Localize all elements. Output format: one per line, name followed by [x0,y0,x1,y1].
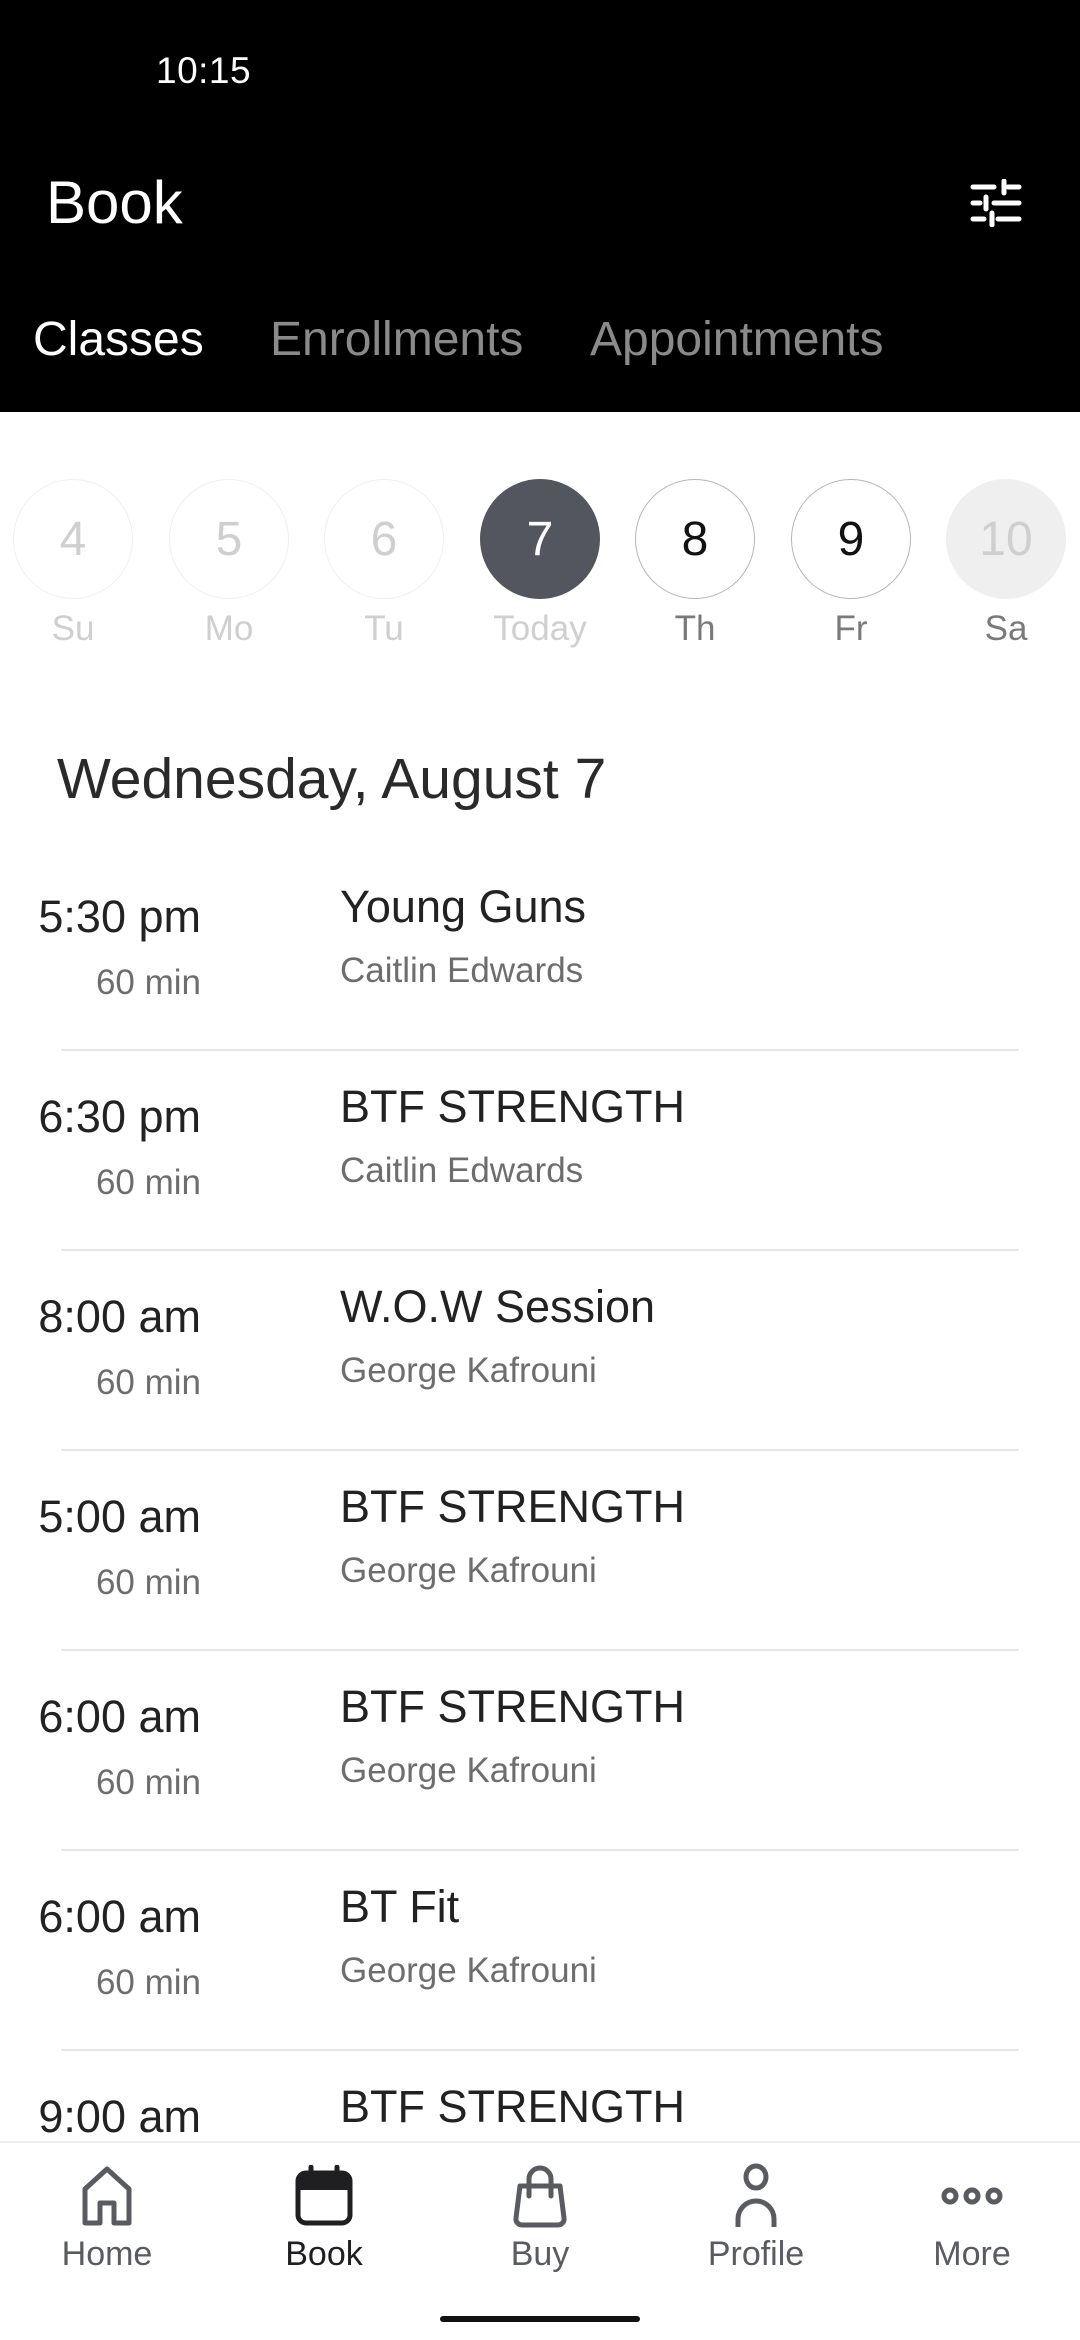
sliders-icon [970,179,1022,227]
date-number: 10 [946,479,1066,599]
page-title: Book [46,169,183,236]
nav-profile[interactable]: Profile [666,2163,846,2274]
app-header: 10:15 Book Classes Enrollments Appointme… [0,0,1080,412]
class-instructor: Caitlin Edwards [340,951,584,990]
class-list-item[interactable]: 5:30 pm 60 min Young Guns Caitlin Edward… [38,851,1019,1051]
class-name: BTF STRENGTH [340,1081,685,1132]
date-number: 6 [324,479,444,599]
class-time: 6:30 pm [38,1091,201,1142]
date-weekday: Tu [364,609,404,648]
more-icon [941,2187,1003,2205]
person-icon [735,2163,777,2227]
class-time: 6:00 am [38,1691,201,1742]
date-number: 8 [635,479,755,599]
class-list-item[interactable]: 6:00 am 60 min BT Fit George Kafrouni [38,1851,1019,2051]
date-item[interactable]: 10 Sa [936,479,1076,649]
date-item[interactable]: 6 Tu [314,479,454,649]
date-number: 5 [169,479,289,599]
class-instructor: George Kafrouni [340,1951,597,1990]
class-list-item[interactable]: 6:00 am 60 min BTF STRENGTH George Kafro… [38,1651,1019,1851]
tab-appointments[interactable]: Appointments [590,312,884,367]
class-time: 9:00 am [38,2091,201,2142]
date-number: 7 [480,479,600,599]
class-list-item[interactable]: 6:30 pm 60 min BTF STRENGTH Caitlin Edwa… [38,1051,1019,1251]
nav-more[interactable]: More [882,2163,1062,2274]
class-name: BTF STRENGTH [340,1681,685,1732]
class-name: BTF STRENGTH [340,2081,685,2132]
tab-bar: Classes Enrollments Appointments [0,312,1080,382]
date-strip: 4 Su 5 Mo 6 Tu 7 Today 8 Th 9 Fr 10 Sa [0,479,1080,659]
date-item[interactable]: 8 Th [625,479,765,649]
class-time: 8:00 am [38,1291,201,1342]
date-weekday: Th [674,609,716,648]
tab-enrollments[interactable]: Enrollments [270,312,523,367]
class-time: 5:00 am [38,1491,201,1542]
class-duration: 60 min [95,1163,201,1202]
class-time: 5:30 pm [38,891,201,942]
class-list-item[interactable]: 8:00 am 60 min W.O.W Session George Kafr… [38,1251,1019,1451]
date-weekday: Su [51,609,95,648]
nav-book-label: Book [285,2235,363,2273]
class-duration: 60 min [95,1363,201,1402]
nav-profile-label: Profile [707,2235,805,2273]
calendar-icon [295,2165,353,2226]
bottom-navigation: Home Book Buy Profile More [0,2141,1080,2340]
nav-book[interactable]: Book [234,2163,414,2274]
date-weekday: Today [493,609,587,648]
date-number: 9 [791,479,911,599]
class-instructor: George Kafrouni [340,1351,597,1390]
class-duration: 60 min [95,1763,201,1802]
date-item[interactable]: 5 Mo [159,479,299,649]
date-weekday: Sa [984,609,1028,648]
class-list-item[interactable]: 5:00 am 60 min BTF STRENGTH George Kafro… [38,1451,1019,1651]
class-list: 5:30 pm 60 min Young Guns Caitlin Edward… [0,851,1080,2251]
date-number: 4 [13,479,133,599]
date-item-selected[interactable]: 7 Today [470,479,610,649]
nav-more-label: More [933,2235,1011,2273]
class-instructor: George Kafrouni [340,1751,597,1790]
nav-buy-label: Buy [510,2235,570,2273]
nav-home-label: Home [61,2235,153,2273]
class-name: BT Fit [340,1881,460,1932]
class-duration: 60 min [95,1963,201,2002]
class-time: 6:00 am [38,1891,201,1942]
class-name: W.O.W Session [340,1281,656,1332]
date-weekday: Fr [834,609,868,648]
class-name: BTF STRENGTH [340,1481,685,1532]
nav-buy[interactable]: Buy [450,2163,630,2274]
date-item[interactable]: 4 Su [3,479,143,649]
class-duration: 60 min [95,963,201,1002]
date-weekday: Mo [204,609,254,648]
class-instructor: Caitlin Edwards [340,1151,584,1190]
nav-home[interactable]: Home [17,2163,197,2274]
home-icon [82,2166,132,2226]
class-duration: 60 min [95,1563,201,1602]
tab-classes[interactable]: Classes [33,312,204,367]
date-item[interactable]: 9 Fr [781,479,921,649]
date-heading: Wednesday, August 7 [57,747,607,811]
class-instructor: George Kafrouni [340,1551,597,1590]
shopping-bag-icon [513,2165,567,2228]
status-bar-time: 10:15 [156,50,252,91]
class-name: Young Guns [340,881,587,932]
filter-button[interactable] [960,170,1032,236]
home-indicator[interactable] [440,2316,640,2322]
